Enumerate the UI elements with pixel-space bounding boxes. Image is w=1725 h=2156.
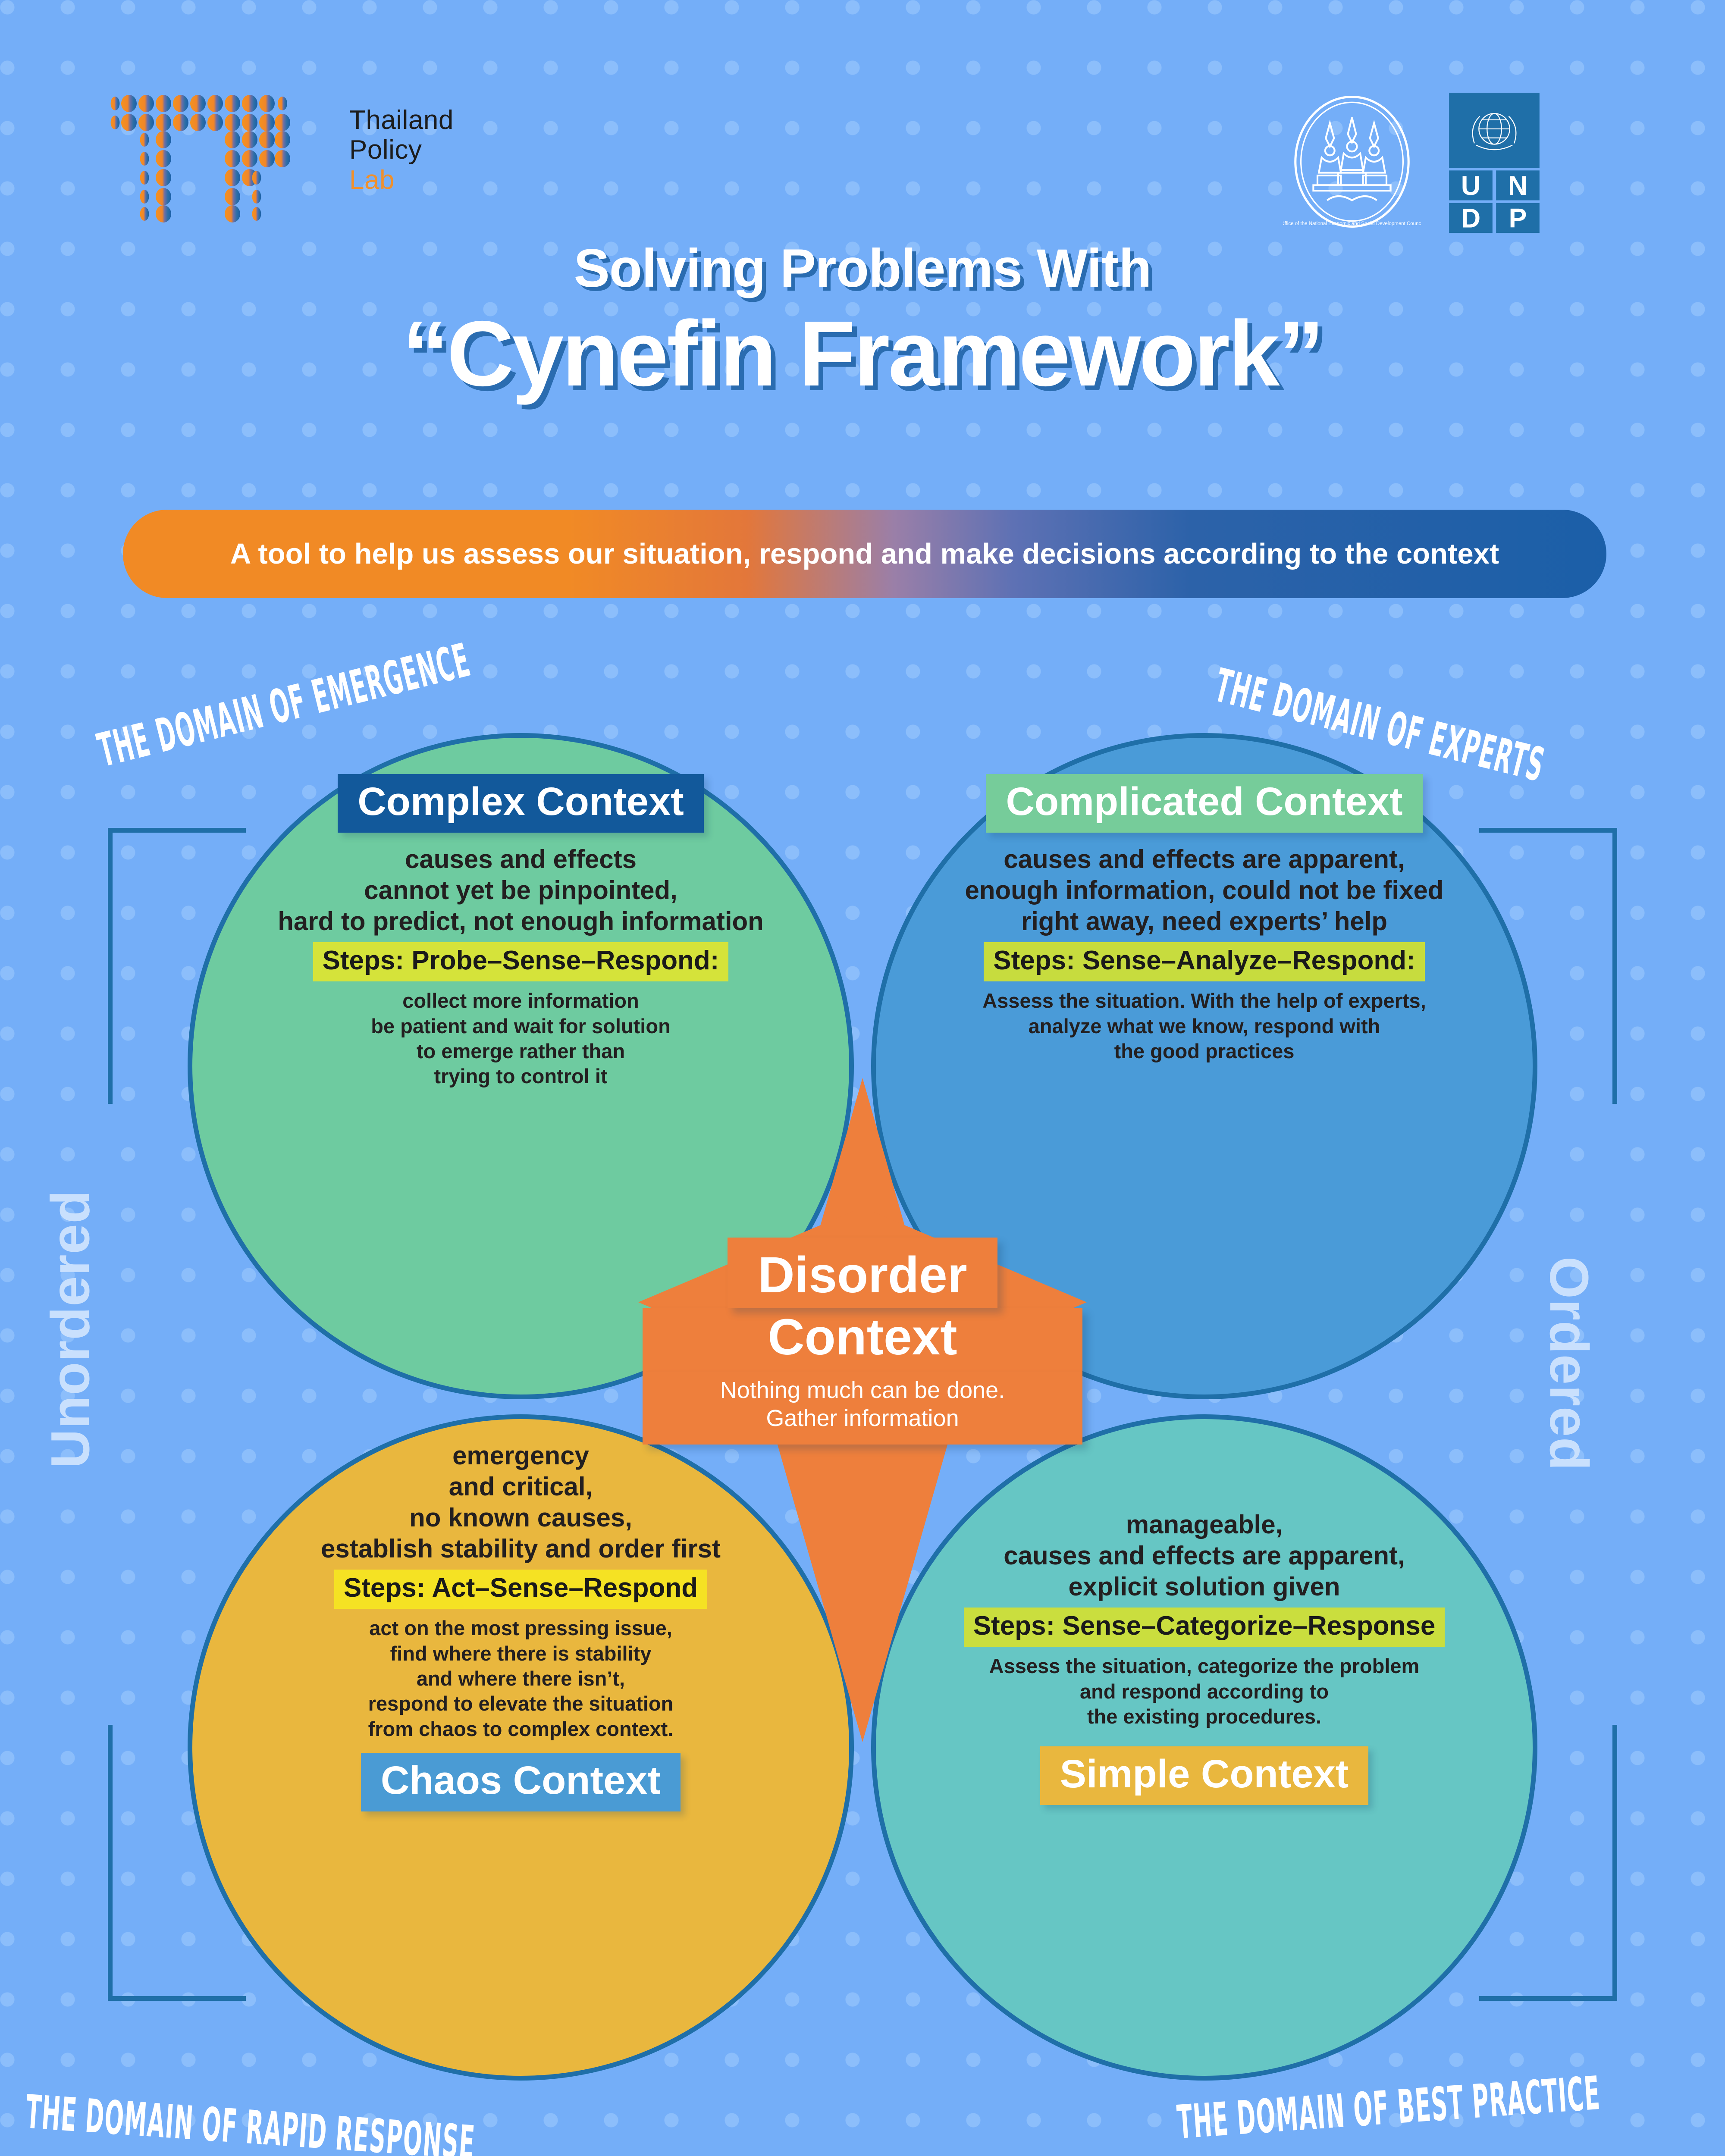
context-detail-chaos: act on the most pressing issue, find whe…	[368, 1617, 674, 1740]
cynefin-diagram: Complex Context causes and effects canno…	[0, 0, 1725, 2156]
context-steps-simple: Steps: Sense–Categorize–Response	[963, 1608, 1445, 1647]
context-steps-complex: Steps: Probe–Sense–Respond:	[313, 942, 729, 982]
context-title-complicated: Complicated Context	[986, 774, 1423, 833]
axis-label-unordered: Unordered	[40, 1190, 101, 1469]
context-title-simple: Simple Context	[1040, 1746, 1369, 1805]
context-title-chaos: Chaos Context	[361, 1752, 681, 1811]
disorder-title-line-2: Context	[643, 1308, 1082, 1372]
context-detail-complicated: Assess the situation. With the help of e…	[982, 989, 1426, 1062]
disorder-title-line-1: Disorder	[728, 1238, 997, 1308]
context-steps-chaos: Steps: Act–Sense–Respond	[334, 1570, 708, 1609]
context-detail-simple: Assess the situation, categorize the pro…	[989, 1655, 1420, 1728]
bracket-bottom-left	[108, 1725, 246, 2001]
context-steps-complicated: Steps: Sense–Analyze–Respond:	[984, 942, 1425, 982]
context-detail-complex: collect more information be patient and …	[371, 989, 671, 1088]
domain-label-best-practice: THE DOMAIN OF BEST PRACTICE	[1175, 2066, 1602, 2150]
context-card-chaos[interactable]: emergency and critical, no known causes,…	[188, 1440, 854, 1811]
context-description-complex: causes and effects cannot yet be pinpoin…	[278, 845, 764, 936]
bracket-top-left	[108, 828, 246, 1104]
axis-label-ordered: Ordered	[1539, 1256, 1600, 1471]
bracket-bottom-right	[1479, 1725, 1617, 2001]
disorder-center-box[interactable]: Disorder Context Nothing much can be don…	[643, 1238, 1082, 1445]
context-description-simple: manageable, causes and effects are appar…	[1004, 1510, 1405, 1601]
context-description-chaos: emergency and critical, no known causes,…	[321, 1441, 721, 1563]
context-card-simple[interactable]: manageable, causes and effects are appar…	[871, 1509, 1537, 1805]
context-card-complicated[interactable]: Complicated Context causes and effects a…	[871, 774, 1537, 1064]
disorder-subtitle: Nothing much can be done. Gather informa…	[643, 1372, 1082, 1445]
context-title-complex: Complex Context	[338, 774, 704, 833]
domain-label-rapid-response: THE DOMAIN OF RAPID RESPONSE	[24, 2085, 477, 2156]
context-description-complicated: causes and effects are apparent, enough …	[965, 845, 1444, 936]
bracket-top-right	[1479, 828, 1617, 1104]
context-card-complex[interactable]: Complex Context causes and effects canno…	[188, 774, 854, 1089]
